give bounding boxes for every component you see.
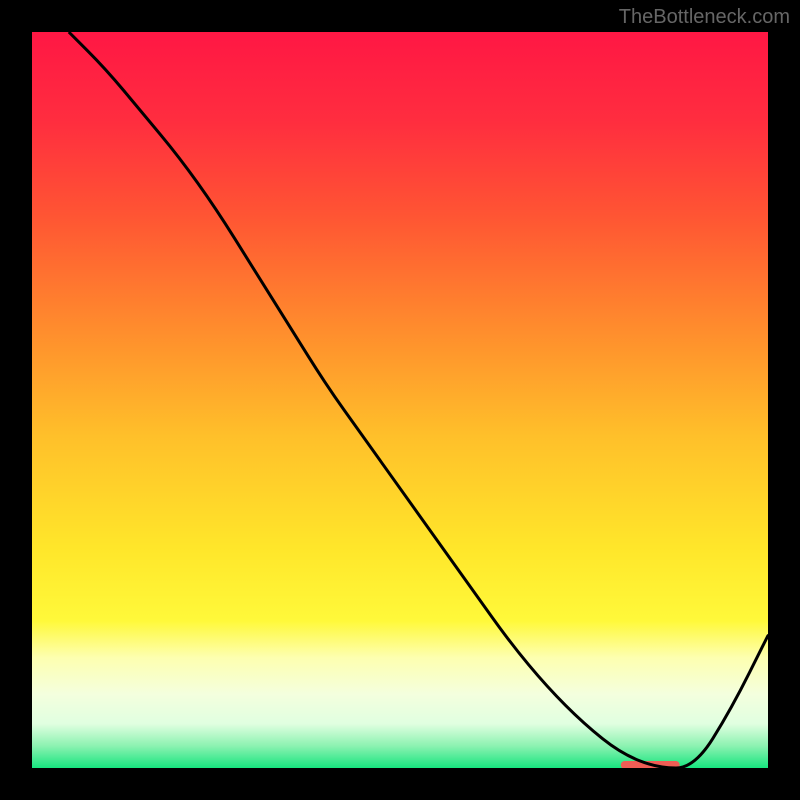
chart-svg — [32, 32, 768, 768]
chart-background — [32, 32, 768, 768]
watermark-text: TheBottleneck.com — [619, 6, 790, 29]
chart-plot-area — [32, 32, 768, 768]
